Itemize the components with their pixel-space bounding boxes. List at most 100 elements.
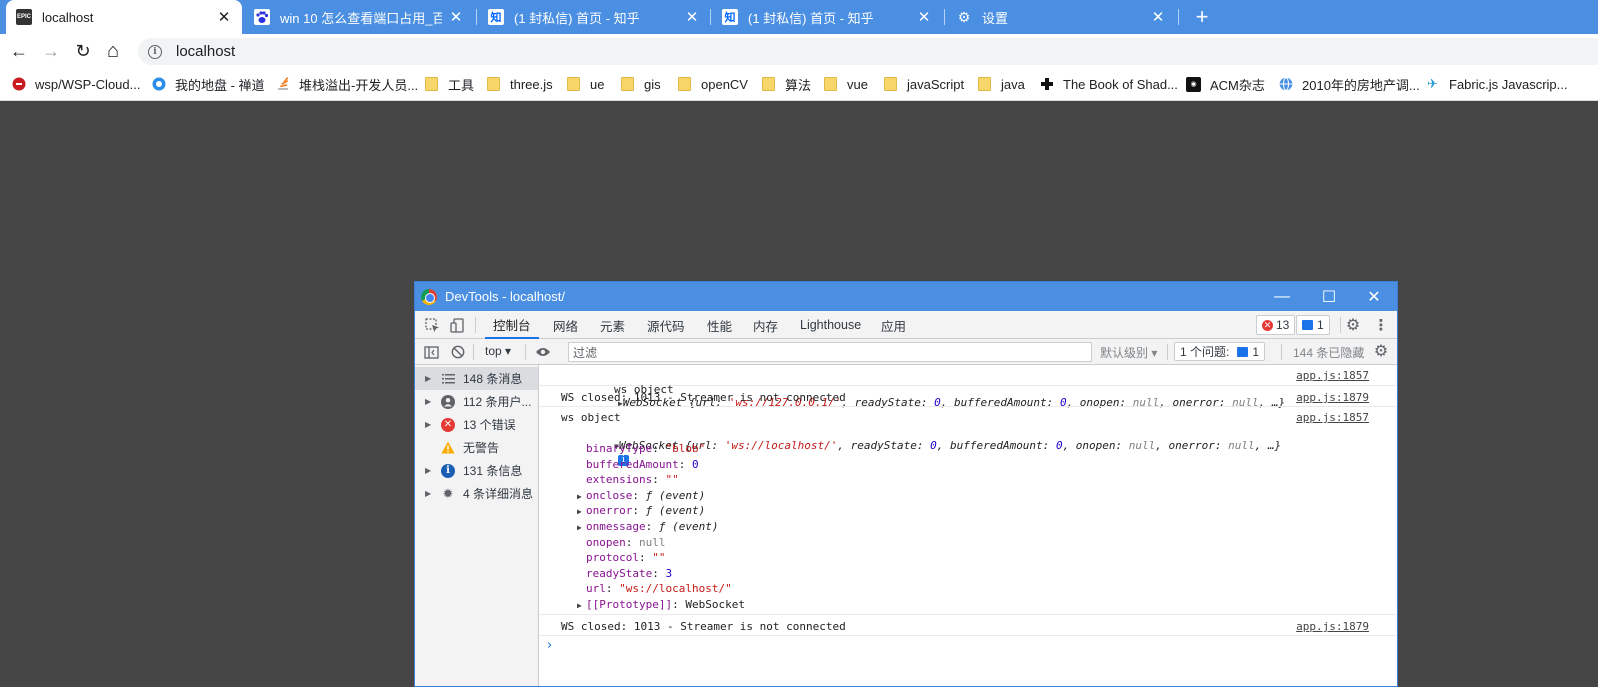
maximize-button[interactable]: ☐ [1306,282,1352,311]
console-message[interactable]: WS closed: 1013 - Streamer is not connec… [539,615,1397,636]
tab-lighthouse[interactable]: Lighthouse [800,311,861,339]
tab-zhihu-2[interactable]: 知 (1 封私信) 首页 - 知乎 ✕ [712,0,942,34]
divider [475,317,476,333]
bookmark-folder-algorithm[interactable]: 算法 [761,75,811,93]
object-property-row[interactable]: ▶ onclose: ƒ (event) [577,489,705,502]
bookmark-label: ue [590,76,605,92]
close-tab-icon[interactable]: ✕ [216,8,232,26]
settings-gear-icon[interactable]: ⚙ [1344,316,1362,334]
bookmark-book-of-shaders[interactable]: The Book of Shad... [1039,75,1178,93]
sidebar-toggle-icon[interactable] [422,343,440,361]
expand-arrow-icon[interactable]: ▶ [577,523,586,532]
close-tab-icon[interactable]: ✕ [448,8,464,26]
log-level-dropdown[interactable]: 默认级别 ▾ [1100,344,1157,361]
tab-localhost[interactable]: EPIC localhost ✕ [6,0,242,34]
bookmark-stackoverflow[interactable]: 堆栈溢出-开发人员... [275,75,418,93]
expand-arrow-icon: ▶ [425,397,432,406]
bookmark-wsp[interactable]: wsp/WSP-Cloud... [11,75,140,93]
issues-button[interactable]: 1 个问题: 1 [1174,342,1266,361]
property-key: readyState [586,566,653,580]
sidebar-item-user-messages[interactable]: ▶ 112 条用户... [415,390,538,413]
sidebar-item-messages[interactable]: ▶ 148 条消息 [415,367,538,390]
error-count-badge[interactable]: ✕ 13 [1256,315,1296,335]
home-button[interactable]: ⌂ [100,39,126,63]
bookmark-label: java [1001,76,1025,92]
tab-performance[interactable]: 性能 [707,311,732,339]
hidden-count: 144 条已隐藏 [1293,346,1365,360]
device-toolbar-icon[interactable] [448,316,466,334]
sidebar-item-label: 13 个错误 [463,418,516,432]
bookmark-acm[interactable]: ◉ ACM杂志 [1186,75,1265,93]
minimize-button[interactable]: — [1259,282,1305,311]
console-settings-gear-icon[interactable]: ⚙ [1372,342,1390,360]
tab-memory[interactable]: 内存 [753,311,778,339]
error-icon: ✕ [441,417,455,432]
tab-title: localhost [42,9,94,25]
bookmark-folder-javascript[interactable]: javaScript [883,75,964,93]
filter-input[interactable]: 过滤 [568,342,1092,362]
bookmark-label: 堆栈溢出-开发人员... [299,77,419,93]
message-count-badge[interactable]: 1 [1296,315,1330,335]
inspect-element-icon[interactable] [423,316,441,334]
live-expression-eye-icon[interactable] [534,343,552,361]
console-message[interactable]: ws object ▶WebSocket {url: 'ws://127.0.0… [539,365,1397,409]
gitee-icon [11,77,26,92]
websocket-object-preview[interactable]: WebSocket {url: 'ws://localhost/', ready… [619,439,1281,452]
bookmark-real-estate[interactable]: 2010年的房地产调... [1278,75,1420,93]
expand-arrow-icon[interactable]: ▶ [577,492,586,501]
context-selector[interactable]: top ▾ [485,344,511,358]
site-info-icon[interactable]: i [148,44,162,59]
object-property-row: onopen: null [586,535,666,549]
devtools-panel-tabs: 控制台 网络 元素 源代码 性能 内存 Lighthouse 应用 ✕ 13 1… [415,311,1397,339]
tab-title: 设置 [982,10,1009,26]
tab-application[interactable]: 应用 [881,311,906,339]
devtools-title: DevTools - localhost/ [445,289,565,304]
tab-baidu[interactable]: win 10 怎么查看端口占用_百度搜 ✕ [244,0,474,34]
address-bar[interactable]: i localhost [138,38,1598,65]
bookmark-folder-opencv[interactable]: openCV [677,75,748,93]
tab-console[interactable]: 控制台 [485,311,539,339]
bookmark-folder-java[interactable]: java [977,75,1025,93]
console-message-expanded[interactable]: ws object app.js:1857 ▼WebSocket {url: '… [539,407,1397,615]
object-property-row[interactable]: ▶ onmessage: ƒ (event) [577,520,718,533]
new-tab-button[interactable]: + [1188,3,1216,31]
bookmark-folder-ue[interactable]: ue [566,75,604,93]
bookmark-folder-tools[interactable]: 工具 [424,75,474,93]
source-link[interactable]: app.js:1879 [1296,391,1369,404]
close-tab-icon[interactable]: ✕ [684,8,700,26]
clear-console-icon[interactable] [449,343,467,361]
bookmark-fabricjs[interactable]: ✈ Fabric.js Javascrip... [1425,75,1567,93]
sidebar-item-label: 4 条详细消息 [463,487,534,501]
tab-network[interactable]: 网络 [553,311,578,339]
bookmark-folder-vue[interactable]: vue [823,75,868,93]
sidebar-item-warnings[interactable]: 无警告 [415,436,538,459]
sidebar-item-errors[interactable]: ▶ ✕ 13 个错误 [415,413,538,436]
back-button[interactable]: ← [6,39,32,63]
more-options-icon[interactable]: ⋮ [1372,316,1390,334]
close-tab-icon[interactable]: ✕ [916,8,932,26]
close-tab-icon[interactable]: ✕ [1150,8,1166,26]
object-property-row[interactable]: ▶ [[Prototype]]: WebSocket [577,598,745,611]
expand-arrow-icon[interactable]: ▶ [577,507,586,516]
tab-zhihu-1[interactable]: 知 (1 封私信) 首页 - 知乎 ✕ [478,0,710,34]
bookmark-zentao[interactable]: 我的地盘 - 禅道 [151,75,265,93]
bookmark-folder-gis[interactable]: gis [620,75,661,93]
source-link[interactable]: app.js:1857 [1296,411,1369,424]
source-link[interactable]: app.js:1879 [1296,620,1369,633]
tab-sources[interactable]: 源代码 [647,311,685,339]
expand-arrow-icon[interactable]: ▶ [577,601,586,610]
property-value: null [639,535,666,549]
object-property-row: binaryType: "blob" [586,442,706,455]
reload-button[interactable]: ↻ [70,39,96,63]
tab-elements[interactable]: 元素 [600,311,625,339]
tab-settings[interactable]: ⚙ 设置 ✕ [946,0,1176,34]
bookmark-folder-threejs[interactable]: three.js [486,75,553,93]
source-link[interactable]: app.js:1857 [1296,369,1369,382]
forward-button[interactable]: → [38,39,64,63]
console-message[interactable]: WS closed: 1013 - Streamer is not connec… [539,386,1397,407]
sidebar-item-info[interactable]: ▶ i 131 条信息 [415,459,538,482]
sidebar-item-verbose[interactable]: ▶ ✹ 4 条详细消息 [415,482,538,505]
object-property-row[interactable]: ▶ onerror: ƒ (event) [577,504,705,517]
close-window-button[interactable]: ✕ [1351,282,1397,311]
console-prompt[interactable]: › [547,638,552,653]
